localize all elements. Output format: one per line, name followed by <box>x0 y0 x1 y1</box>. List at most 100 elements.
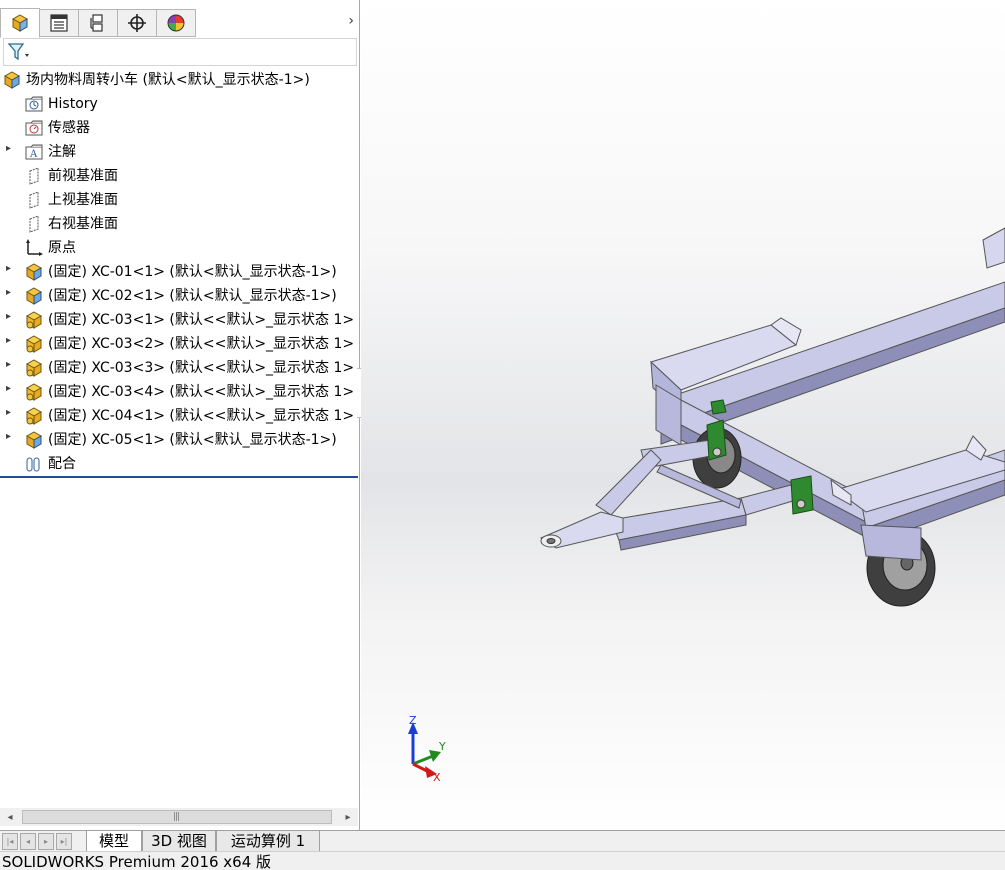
tab-motion-study[interactable]: 运动算例 1 <box>216 831 320 852</box>
tree-item[interactable]: ▸ (固定) XC-03<3> (默认<<默认>_显示状态 1> <box>0 356 358 380</box>
expand-arrow-icon[interactable]: ▸ <box>6 311 11 322</box>
tree-item[interactable]: 右视基准面 <box>0 212 358 236</box>
configuration-icon <box>90 14 103 32</box>
assembly-part-icon <box>25 431 43 449</box>
part-icon <box>25 407 43 425</box>
solidworks-window: › 场内物料周转小车 (默认<默认_显示状态-1>) History 传感器 ▸ A 注… <box>0 0 1005 870</box>
assembly-icon <box>3 71 21 89</box>
status-bar: SOLIDWORKS Premium 2016 x64 版 <box>0 851 1005 870</box>
part-icon <box>25 383 43 401</box>
tree-item[interactable]: 上视基准面 <box>0 188 358 212</box>
tab-nav-next-button[interactable]: ▸ <box>38 833 54 850</box>
tree-item-label: 配合 <box>48 456 76 472</box>
tab-nav-last-button[interactable]: ▸| <box>56 833 72 850</box>
tree-item-label: 上视基准面 <box>48 192 118 208</box>
svg-text:A: A <box>29 149 38 160</box>
tab-display-manager[interactable] <box>156 9 196 37</box>
expand-arrow-icon[interactable]: ▸ <box>6 143 11 154</box>
status-text: SOLIDWORKS Premium 2016 x64 版 <box>2 853 272 870</box>
expand-arrow-icon[interactable]: ▸ <box>6 407 11 418</box>
expand-arrow-icon[interactable]: ▸ <box>6 359 11 370</box>
scroll-grip-icon: ||| <box>173 812 180 822</box>
tree-item-label: (固定) XC-05<1> (默认<默认_显示状态-1>) <box>48 432 337 448</box>
tree-item[interactable]: ▸ (固定) XC-03<4> (默认<<默认>_显示状态 1> <box>0 380 358 404</box>
assembly-part-icon <box>25 287 43 305</box>
tree-root-item[interactable]: 场内物料周转小车 (默认<默认_显示状态-1>) <box>0 68 358 92</box>
expand-arrow-icon[interactable]: ▸ <box>6 383 11 394</box>
tree-item[interactable]: ▸ (固定) XC-03<2> (默认<<默认>_显示状态 1> <box>0 332 358 356</box>
bottom-tab-bar: |◂ ◂ ▸ ▸| 模型 3D 视图 运动算例 1 <box>0 830 1005 852</box>
tab-model[interactable]: 模型 <box>86 831 142 852</box>
feature-manager-panel: › 场内物料周转小车 (默认<默认_显示状态-1>) History 传感器 ▸ A 注… <box>0 0 371 830</box>
annotation-folder-icon: A <box>25 144 43 160</box>
tree-item[interactable]: ▸ (固定) XC-02<1> (默认<默认_显示状态-1>) <box>0 284 358 308</box>
tree-item[interactable]: 配合 <box>0 452 358 476</box>
tree-root-label: 场内物料周转小车 (默认<默认_显示状态-1>) <box>26 72 310 88</box>
cart-3d-model[interactable] <box>361 0 1005 830</box>
mates-icon <box>26 457 40 472</box>
sensor-folder-icon <box>25 120 43 136</box>
tree-item-label: 注解 <box>48 144 76 160</box>
history-folder-icon <box>25 96 43 112</box>
tree-item-label: 传感器 <box>48 120 90 136</box>
tree-item-label: (固定) XC-04<1> (默认<<默认>_显示状态 1> <box>48 408 355 424</box>
tab-nav-prev-button[interactable]: ◂ <box>20 833 36 850</box>
tree-item[interactable]: History <box>0 92 358 116</box>
tree-item-label: History <box>48 96 98 112</box>
feature-tree: 场内物料周转小车 (默认<默认_显示状态-1>) History 传感器 ▸ A 注解前… <box>0 68 358 478</box>
tree-item[interactable]: ▸ (固定) XC-05<1> (默认<默认_显示状态-1>) <box>0 428 358 452</box>
expand-arrow-icon[interactable]: ▸ <box>6 335 11 346</box>
tab-property-manager[interactable] <box>39 9 79 37</box>
tree-item-label: (固定) XC-03<1> (默认<<默认>_显示状态 1> <box>48 312 355 328</box>
tree-item-label: (固定) XC-03<3> (默认<<默认>_显示状态 1> <box>48 360 355 376</box>
tree-rollback-bar[interactable] <box>0 476 358 478</box>
horizontal-scrollbar[interactable]: ◂ ||| ▸ <box>0 808 358 826</box>
tree-item-label: 原点 <box>48 240 76 256</box>
tree-item-label: 前视基准面 <box>48 168 118 184</box>
tree-filter-bar[interactable] <box>3 38 357 66</box>
scroll-right-arrow[interactable]: ▸ <box>340 808 356 826</box>
plane-icon <box>29 215 39 233</box>
expand-arrow-icon[interactable]: ▸ <box>6 287 11 298</box>
scroll-thumb[interactable]: ||| <box>22 810 332 824</box>
tab-3d-view[interactable]: 3D 视图 <box>142 831 216 852</box>
axis-triad: Z Y X <box>401 712 461 787</box>
tab-nav-first-button[interactable]: |◂ <box>2 833 18 850</box>
tree-item-label: (固定) XC-02<1> (默认<默认_显示状态-1>) <box>48 288 337 304</box>
tree-item[interactable]: 前视基准面 <box>0 164 358 188</box>
plane-icon <box>29 191 39 209</box>
plane-icon <box>29 167 39 185</box>
assembly-part-icon <box>25 263 43 281</box>
part-icon <box>25 335 43 353</box>
tree-item[interactable]: ▸ (固定) XC-04<1> (默认<<默认>_显示状态 1> <box>0 404 358 428</box>
triad-z-label: Z <box>409 714 417 727</box>
part-icon <box>25 311 43 329</box>
panel-more-arrow[interactable]: › <box>348 13 354 29</box>
tree-item[interactable]: 原点 <box>0 236 358 260</box>
list-icon <box>50 14 68 32</box>
tree-item-label: (固定) XC-03<4> (默认<<默认>_显示状态 1> <box>48 384 355 400</box>
tree-item-label: (固定) XC-03<2> (默认<<默认>_显示状态 1> <box>48 336 355 352</box>
origin-icon <box>26 239 43 256</box>
filter-icon[interactable] <box>7 42 31 62</box>
triad-y-label: Y <box>439 740 446 753</box>
part-icon <box>25 359 43 377</box>
part-cube-icon <box>11 14 29 32</box>
graphics-viewport[interactable]: Z Y X <box>361 0 1005 830</box>
tab-dimxpert-manager[interactable] <box>117 9 157 37</box>
crosshair-icon <box>128 14 146 32</box>
color-wheel-icon <box>167 14 185 32</box>
manager-tab-strip: › <box>0 6 360 38</box>
expand-arrow-icon[interactable]: ▸ <box>6 431 11 442</box>
tree-item[interactable]: 传感器 <box>0 116 358 140</box>
triad-x-label: X <box>433 771 441 784</box>
tree-item-label: 右视基准面 <box>48 216 118 232</box>
tree-item-label: (固定) XC-01<1> (默认<默认_显示状态-1>) <box>48 264 337 280</box>
tab-feature-manager[interactable] <box>0 8 40 38</box>
tree-item[interactable]: ▸ (固定) XC-01<1> (默认<默认_显示状态-1>) <box>0 260 358 284</box>
expand-arrow-icon[interactable]: ▸ <box>6 263 11 274</box>
scroll-left-arrow[interactable]: ◂ <box>2 808 18 826</box>
tree-item[interactable]: ▸ (固定) XC-03<1> (默认<<默认>_显示状态 1> <box>0 308 358 332</box>
tab-configuration-manager[interactable] <box>78 9 118 37</box>
tree-item[interactable]: ▸ A 注解 <box>0 140 358 164</box>
